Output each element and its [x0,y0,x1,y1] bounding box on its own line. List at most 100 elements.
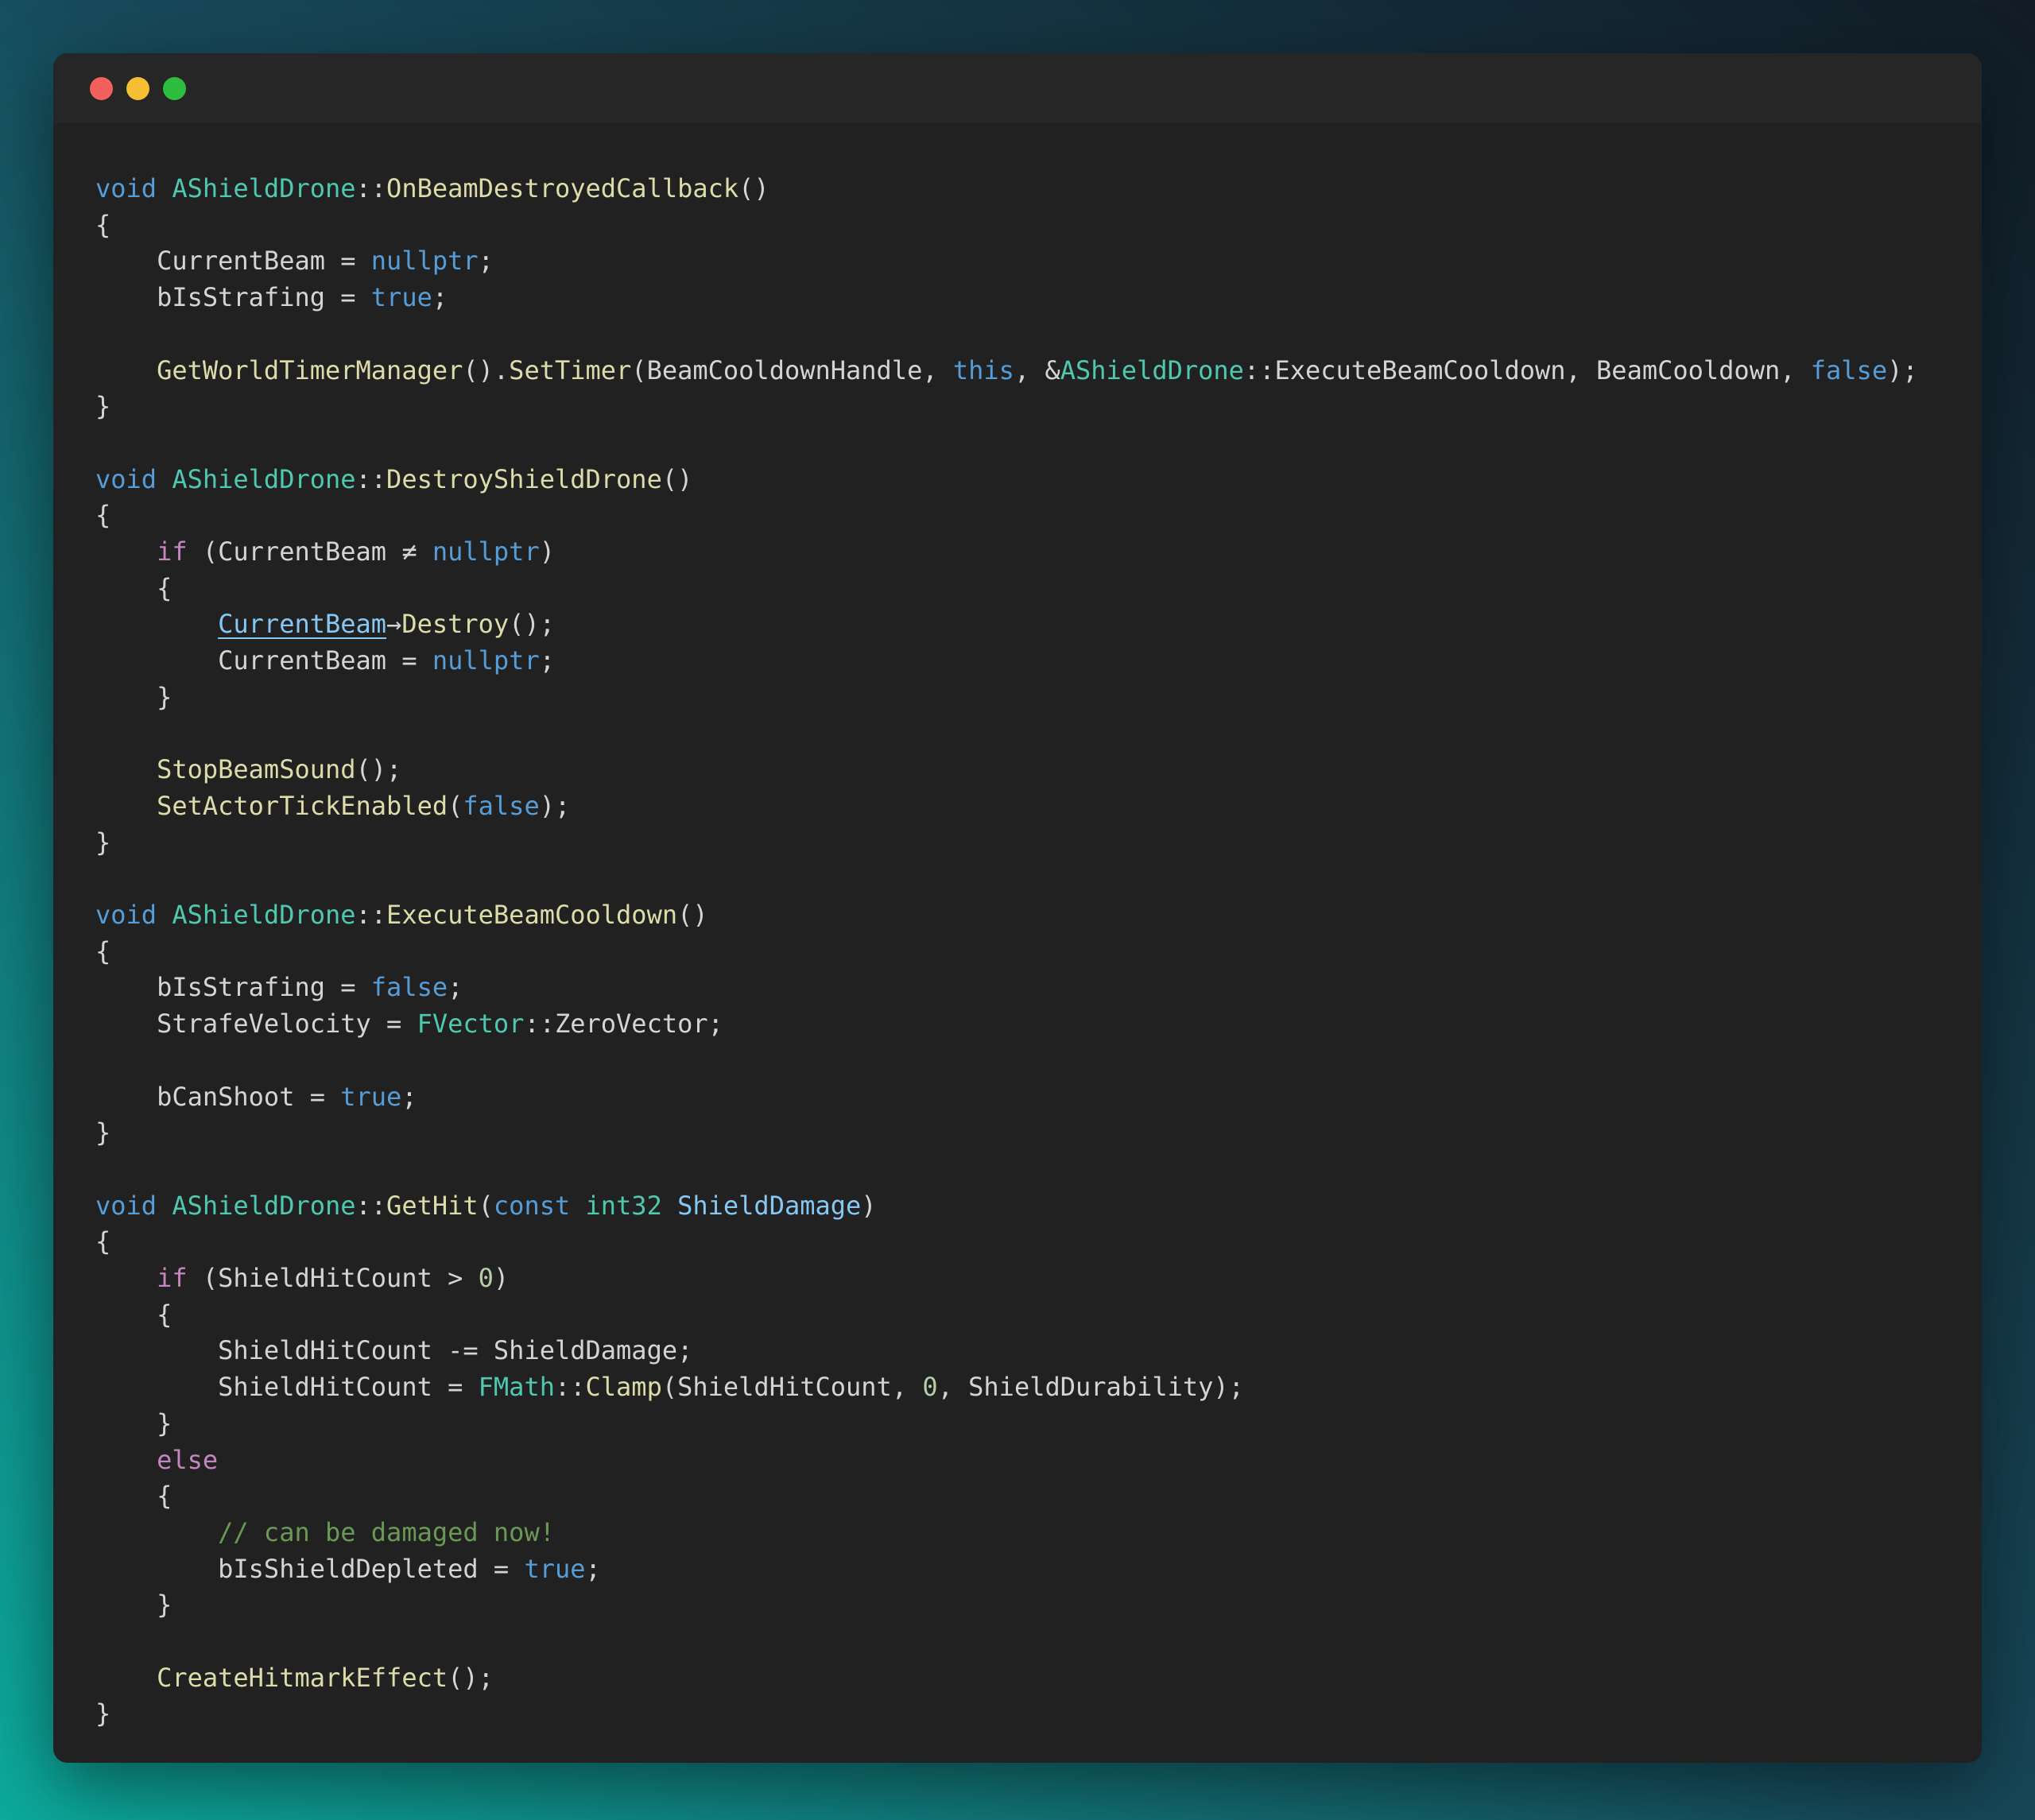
code-token: Destroy [401,609,509,639]
code-line: if (CurrentBeam ≠ nullptr) [95,534,1950,571]
code-token: bCanShoot = [95,1082,340,1112]
code-line [95,1152,1950,1188]
code-token: , ShieldDurability); [938,1372,1244,1402]
code-line [95,316,1950,353]
code-line: bIsShieldDepleted = true; [95,1551,1950,1588]
code-token [95,1517,218,1547]
code-line: CreateHitmarkEffect(); [95,1660,1950,1697]
code-token: ShieldHitCount = [95,1372,479,1402]
code-token: :: [356,900,387,930]
code-token: :: [356,173,387,203]
code-token: ; [586,1554,601,1584]
code-token: CurrentBeam = [95,246,371,276]
code-token: () [738,173,769,203]
code-token [95,1663,157,1693]
code-token: CurrentBeam = [95,645,432,676]
code-token: { [95,1299,172,1330]
code-line: ShieldHitCount -= ShieldDamage; [95,1333,1950,1369]
code-token: , & [1014,355,1060,385]
code-token: Clamp [586,1372,662,1402]
code-token [95,536,157,567]
code-token [157,173,172,203]
code-token: nullptr [432,645,540,676]
code-line [95,1624,1950,1660]
code-token: void [95,900,157,930]
code-line: // can be damaged now! [95,1515,1950,1551]
code-line: { [95,207,1950,244]
code-area: void AShieldDrone::OnBeamDestroyedCallba… [53,123,1982,1733]
code-token: () [677,900,708,930]
code-token: // can be damaged now! [218,1517,555,1547]
code-token [95,754,157,784]
code-token: StopBeamSound [157,754,355,784]
code-token [157,900,172,930]
code-token: { [95,1481,172,1511]
code-line: else [95,1442,1950,1479]
code-token: StrafeVelocity = [95,1009,417,1039]
minimize-window-button[interactable] [126,77,149,100]
code-token: { [95,936,110,966]
code-token: } [95,827,110,858]
code-line: } [95,1587,1950,1624]
code-token: (ShieldHitCount, [662,1372,923,1402]
code-token: ; [448,972,463,1002]
code-token: } [95,682,172,712]
code-line: { [95,498,1950,534]
code-token [662,1191,677,1221]
code-token: ShieldHitCount -= ShieldDamage; [95,1335,692,1365]
code-token [95,609,218,639]
code-line: StopBeamSound(); [95,752,1950,788]
code-token: void [95,464,157,494]
code-token: false [1811,355,1887,385]
code-token: ; [401,1082,417,1112]
code-line: { [95,934,1950,970]
code-token: AShieldDrone [172,464,355,494]
zoom-window-button[interactable] [163,77,186,100]
code-line: SetActorTickEnabled(false); [95,788,1950,825]
code-line: void AShieldDrone::DestroyShieldDrone() [95,462,1950,498]
code-token: ); [1887,355,1918,385]
code-token [95,791,157,821]
code-line: } [95,825,1950,862]
code-token: (); [509,609,555,639]
code-token: ::ZeroVector; [524,1009,723,1039]
code-token: CurrentBeam [218,609,386,639]
code-token: :: [356,464,387,494]
code-token: const [494,1191,570,1221]
code-line: bIsStrafing = false; [95,970,1950,1006]
code-token: ) [861,1191,876,1221]
code-token: GetHit [386,1191,479,1221]
code-token: bIsStrafing = [95,972,371,1002]
code-token: 0 [922,1372,937,1402]
code-token [95,1445,157,1475]
code-line: bIsStrafing = true; [95,280,1950,316]
code-token: ( [448,791,463,821]
code-token: { [95,573,172,603]
code-token: (); [448,1663,494,1693]
code-token [95,1263,157,1293]
code-token: ) [540,536,555,567]
code-token: void [95,173,157,203]
code-token: :: [356,1191,387,1221]
code-token: } [95,1590,172,1620]
code-token: this [953,355,1014,385]
code-token: DestroyShieldDrone [386,464,662,494]
code-token: true [524,1554,585,1584]
code-token: (CurrentBeam ≠ [188,536,432,567]
code-token: SetTimer [509,355,631,385]
code-line [95,861,1950,897]
code-token: { [95,210,110,240]
code-token: AShieldDrone [172,1191,355,1221]
code-line: StrafeVelocity = FVector::ZeroVector; [95,1006,1950,1043]
code-token: FMath [479,1372,555,1402]
code-line: } [95,1406,1950,1442]
close-window-button[interactable] [90,77,113,100]
code-token: GetWorldTimerManager [157,355,463,385]
code-token: (); [356,754,402,784]
code-line: CurrentBeam = nullptr; [95,643,1950,680]
code-token: if [157,536,188,567]
code-token [157,1191,172,1221]
code-token [95,355,157,385]
code-token: :: [555,1372,586,1402]
code-token: 0 [479,1263,494,1293]
